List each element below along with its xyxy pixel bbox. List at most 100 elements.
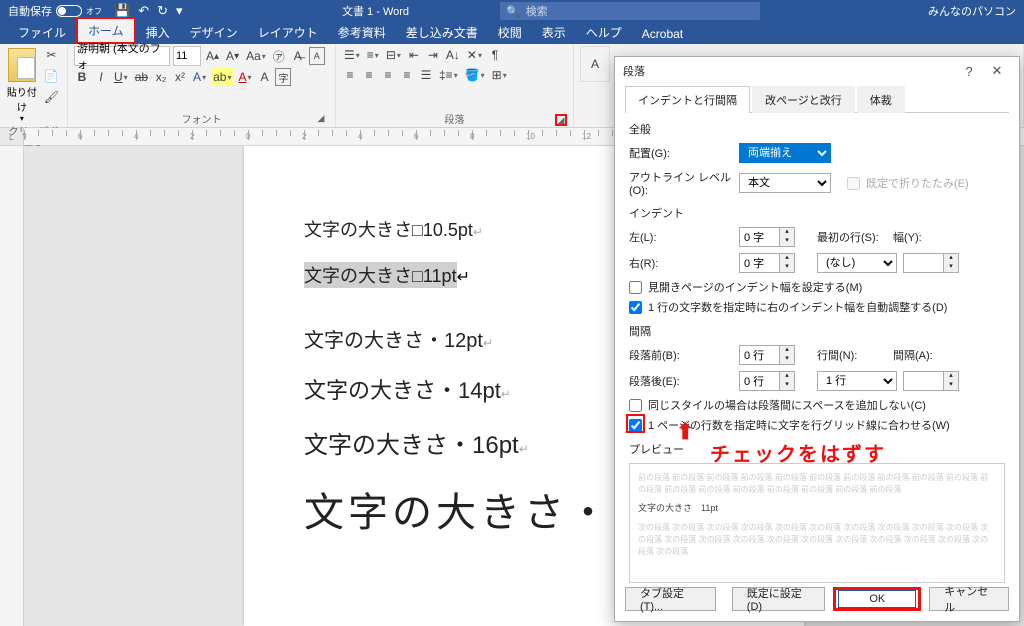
phonetic-guide-icon[interactable]: ㋐ xyxy=(271,47,287,65)
space-after-spinner[interactable]: ▴▾ xyxy=(739,371,797,391)
help-button[interactable]: ? xyxy=(955,60,983,82)
close-button[interactable]: ✕ xyxy=(983,60,1011,82)
subscript-icon[interactable]: x₂ xyxy=(153,68,169,86)
preview-box: 前の段落 前の段落 前の段落 前の段落 前の段落 前の段落 前の段落 前の段落 … xyxy=(629,463,1005,583)
font-launcher-icon[interactable]: ◢ xyxy=(315,112,327,124)
superscript-icon[interactable]: x² xyxy=(172,68,188,86)
char-border-icon[interactable]: 字 xyxy=(275,68,291,86)
line-spacing-select[interactable]: 1 行 xyxy=(817,371,897,391)
align-center-icon[interactable]: ≡ xyxy=(361,66,377,84)
preview-prev-text: 前の段落 前の段落 前の段落 前の段落 前の段落 前の段落 前の段落 前の段落 … xyxy=(638,472,996,496)
space-after-label: 段落後(E): xyxy=(629,373,733,389)
dialog-tab-indent[interactable]: インデントと行間隔 xyxy=(625,86,750,113)
document-title: 文書 1 - Word xyxy=(342,3,409,19)
vertical-ruler[interactable] xyxy=(0,146,24,626)
text-effects-icon[interactable]: A▾ xyxy=(191,68,208,86)
space-before-spinner[interactable]: ▴▾ xyxy=(739,345,797,365)
indent-right-label: 右(R): xyxy=(629,255,733,271)
tab-mailings[interactable]: 差し込み文書 xyxy=(396,21,488,44)
search-box[interactable]: 🔍 検索 xyxy=(500,2,760,20)
space-before-label: 段落前(B): xyxy=(629,347,733,363)
multilevel-icon[interactable]: ⊟▾ xyxy=(384,46,403,64)
tab-help[interactable]: ヘルプ xyxy=(576,21,632,44)
tab-review[interactable]: 校閲 xyxy=(488,21,532,44)
strikethrough-icon[interactable]: ab xyxy=(133,68,150,86)
tab-references[interactable]: 参考資料 xyxy=(328,21,396,44)
tab-acrobat[interactable]: Acrobat xyxy=(632,24,693,44)
set-default-button[interactable]: 既定に設定(D) xyxy=(732,587,826,611)
numbering-icon[interactable]: ≡▾ xyxy=(365,46,381,64)
show-marks-icon[interactable]: ¶ xyxy=(487,46,503,64)
ok-button[interactable]: OK xyxy=(833,587,921,611)
dialog-footer: タブ設定(T)... 既定に設定(D) OK キャンセル xyxy=(625,587,1009,611)
paragraph-launcher-icon[interactable]: ◢ xyxy=(555,114,567,126)
paste-icon xyxy=(8,48,36,82)
bullets-icon[interactable]: ☰▾ xyxy=(342,46,362,64)
same-style-label: 同じスタイルの場合は段落間にスペースを追加しない(C) xyxy=(648,397,926,413)
tab-view[interactable]: 表示 xyxy=(532,21,576,44)
change-case-icon[interactable]: Aa▾ xyxy=(244,47,268,65)
auto-adjust-label: 1 行の文字数を指定時に右のインデント幅を自動調整する(D) xyxy=(648,299,947,315)
text-line-selected: 文字の大きさ□11pt xyxy=(304,262,457,288)
asian-layout-icon[interactable]: ✕▾ xyxy=(465,46,484,64)
collapse-checkbox xyxy=(847,177,860,190)
tab-design[interactable]: デザイン xyxy=(180,21,248,44)
sort-icon[interactable]: A↓ xyxy=(444,46,462,64)
font-size-combo[interactable]: 11 xyxy=(173,46,201,66)
tab-layout[interactable]: レイアウト xyxy=(248,21,328,44)
grow-font-icon[interactable]: A▴ xyxy=(204,47,221,65)
paste-label: 貼り付け xyxy=(6,84,38,114)
bold-icon[interactable]: B xyxy=(74,68,90,86)
spacing-header: 間隔 xyxy=(629,323,1005,339)
align-left-icon[interactable]: ≡ xyxy=(342,66,358,84)
redo-icon[interactable]: ↻ xyxy=(157,3,168,19)
line-spacing-label: 行間(N): xyxy=(817,347,887,363)
borders-icon[interactable]: ⊞▾ xyxy=(490,66,509,84)
paragraph-group-label: 段落◢ xyxy=(342,111,567,125)
highlight-icon[interactable]: ab▾ xyxy=(211,68,233,86)
font-color-icon[interactable]: A▾ xyxy=(236,68,253,86)
format-painter-icon[interactable]: 🖌 xyxy=(42,88,61,106)
undo-icon[interactable]: ↶ xyxy=(138,3,149,19)
mirror-indent-checkbox[interactable] xyxy=(629,281,642,294)
enclose-char-icon[interactable]: A xyxy=(309,47,325,65)
font-name-combo[interactable]: 游明朝 (本文のフォ xyxy=(74,46,170,66)
cancel-button[interactable]: キャンセル xyxy=(929,587,1009,611)
indent-width-spinner[interactable]: ▴▾ xyxy=(903,253,961,273)
spacing-at-label: 間隔(A): xyxy=(893,347,939,363)
same-style-checkbox[interactable] xyxy=(629,399,642,412)
auto-adjust-checkbox[interactable] xyxy=(629,301,642,314)
outline-select[interactable]: 本文 xyxy=(739,173,831,193)
distribute-icon[interactable]: ☰ xyxy=(418,66,434,84)
tab-file[interactable]: ファイル xyxy=(8,21,76,44)
preview-next-text: 次の段落 次の段落 次の段落 次の段落 次の段落 次の段落 次の段落 次の段落 … xyxy=(638,522,996,558)
align-right-icon[interactable]: ≡ xyxy=(380,66,396,84)
justify-icon[interactable]: ≡ xyxy=(399,66,415,84)
brand-label: みんなのパソコン xyxy=(928,3,1016,19)
char-shading-icon[interactable]: A xyxy=(256,68,272,86)
shading-icon[interactable]: 🪣▾ xyxy=(463,66,487,84)
width-label: 幅(Y): xyxy=(893,229,933,245)
italic-icon[interactable]: I xyxy=(93,68,109,86)
clear-format-icon[interactable]: A̶ xyxy=(290,47,306,65)
line-spacing-icon[interactable]: ‡≡▾ xyxy=(437,66,460,84)
underline-icon[interactable]: U▾ xyxy=(112,68,130,86)
dialog-tab-asian[interactable]: 体裁 xyxy=(857,86,905,113)
indent-left-spinner[interactable]: ▴▾ xyxy=(739,227,797,247)
first-line-select[interactable]: (なし) xyxy=(817,253,897,273)
indent-right-spinner[interactable]: ▴▾ xyxy=(739,253,797,273)
tab-settings-button[interactable]: タブ設定(T)... xyxy=(625,587,716,611)
decrease-indent-icon[interactable]: ⇤ xyxy=(406,46,422,64)
snap-grid-label: 1 ページの行数を指定時に文字を行グリッド線に合わせる(W) xyxy=(648,417,950,433)
spacing-at-spinner[interactable]: ▴▾ xyxy=(903,371,961,391)
increase-indent-icon[interactable]: ⇥ xyxy=(425,46,441,64)
shrink-font-icon[interactable]: A▾ xyxy=(224,47,241,65)
qat-customize-icon[interactable]: ▾ xyxy=(176,3,183,19)
alignment-select[interactable]: 両端揃え xyxy=(739,143,831,163)
paste-button[interactable]: 貼り付け ▾ xyxy=(6,46,38,123)
copy-icon[interactable]: 📄 xyxy=(42,67,61,85)
dialog-tabs: インデントと行間隔 改ページと改行 体裁 xyxy=(625,85,1009,113)
cut-icon[interactable]: ✂ xyxy=(42,46,61,64)
dialog-tab-pagebreak[interactable]: 改ページと改行 xyxy=(752,86,855,113)
styles-icon[interactable]: A xyxy=(580,46,610,82)
